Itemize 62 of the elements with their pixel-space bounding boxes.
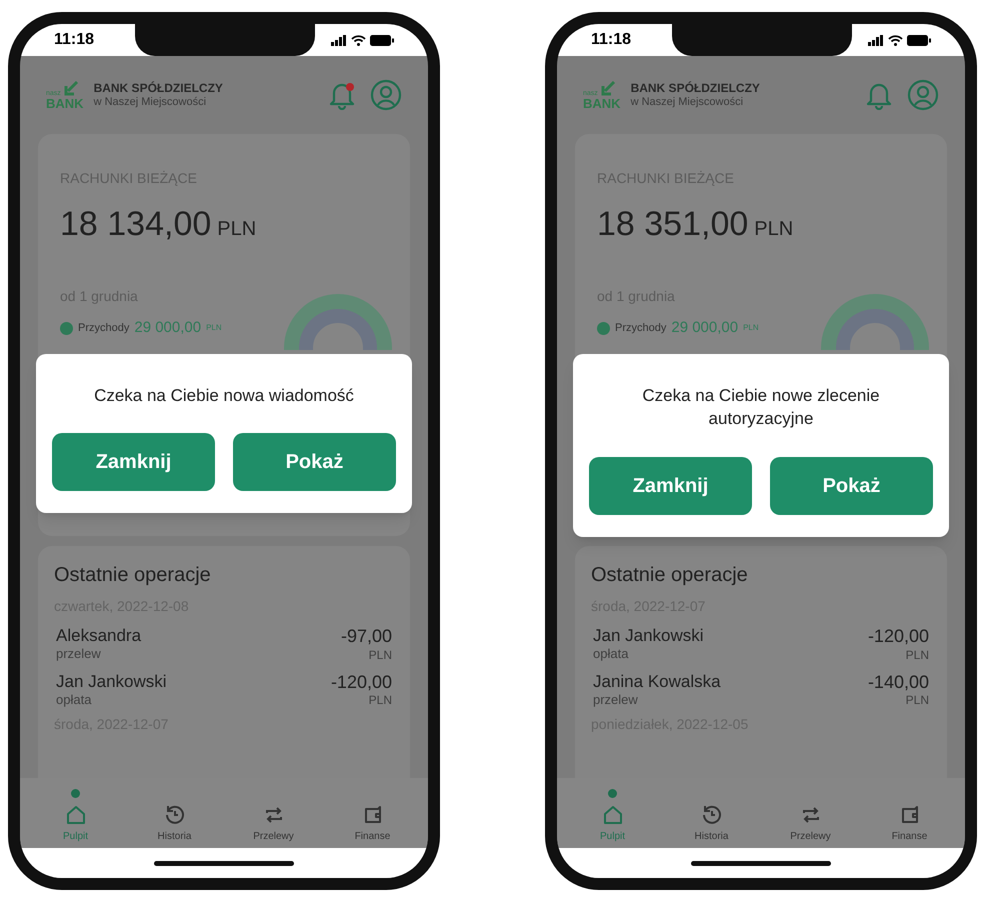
nav-tab[interactable]: Przelewy xyxy=(238,803,308,844)
bank-name: BANK SPÓŁDZIELCZY xyxy=(94,80,224,96)
bank-subtitle: w Naszej Miejscowości xyxy=(94,96,208,110)
balance-currency: PLN xyxy=(754,217,794,242)
logo-arrow-icon xyxy=(600,80,616,96)
operation-amount: -140,00 xyxy=(868,670,929,693)
operations-title: Ostatnie operacje xyxy=(54,563,212,588)
operations-title: Ostatnie operacje xyxy=(591,563,749,588)
battery-icon xyxy=(907,34,931,46)
close-button[interactable]: Zamknij xyxy=(589,456,752,515)
operation-currency: PLN xyxy=(368,648,392,662)
balance-amount: 18 351,00 xyxy=(597,207,748,241)
operation-amount: -97,00 xyxy=(340,625,392,648)
operation-name: Janina Kowalska xyxy=(593,670,721,692)
dialog-message: Czeka na Ciebie nowa wiadomość xyxy=(93,385,355,407)
balance-currency: PLN xyxy=(217,217,256,242)
operation-name: Aleksandra xyxy=(56,625,142,646)
status-time: 11:18 xyxy=(591,30,632,50)
operation-row[interactable]: Janina Kowalska przelew -140,00 PLN xyxy=(591,670,931,708)
balance-amount: 18 134,00 xyxy=(60,207,212,241)
nav-tab[interactable]: Finanse xyxy=(338,803,408,844)
operation-currency: PLN xyxy=(368,693,392,708)
nav-tab[interactable]: Historia xyxy=(140,803,210,844)
operation-currency: PLN xyxy=(906,693,929,708)
battery-icon xyxy=(370,34,394,46)
nav-tab[interactable]: Przelewy xyxy=(776,803,846,844)
show-button[interactable]: Pokaż xyxy=(770,456,933,515)
operation-row[interactable]: Jan Jankowski opłata -120,00 PLN xyxy=(54,670,394,708)
bank-subtitle: w Naszej Miejscowości xyxy=(630,96,744,110)
operation-type: opłata xyxy=(56,692,92,708)
income-label: Przychody xyxy=(615,321,666,336)
operation-row[interactable]: Jan Jankowski opłata -120,00 PLN xyxy=(591,625,931,662)
nav-tab[interactable]: Historia xyxy=(676,803,746,844)
income-currency: PLN xyxy=(206,322,222,334)
income-amount: 29 000,00 xyxy=(671,318,738,338)
logo-text: BANK xyxy=(583,96,621,110)
status-time: 11:18 xyxy=(54,30,94,50)
logo-arrow-icon xyxy=(62,80,79,96)
operation-currency: PLN xyxy=(906,648,929,662)
operation-type: przelew xyxy=(593,692,639,708)
operation-name: Jan Jankowski xyxy=(56,670,167,692)
nav-tab[interactable]: Finanse xyxy=(874,803,944,844)
operation-amount: -120,00 xyxy=(868,625,929,648)
operation-amount: -120,00 xyxy=(330,670,392,693)
wifi-icon xyxy=(888,34,903,46)
wifi-icon xyxy=(351,34,366,46)
income-currency: PLN xyxy=(743,322,759,334)
logo-text: BANK xyxy=(46,96,84,110)
profile-icon[interactable] xyxy=(907,79,939,111)
signal-icon xyxy=(331,34,347,46)
operation-type: przelew xyxy=(56,646,102,662)
operation-row[interactable]: Aleksandra przelew -97,00 PLN xyxy=(54,625,394,662)
bank-name: BANK SPÓŁDZIELCZY xyxy=(630,80,761,96)
profile-icon[interactable] xyxy=(370,79,402,111)
close-button[interactable]: Zamknij xyxy=(52,433,215,492)
operation-type: opłata xyxy=(593,646,630,662)
operation-name: Jan Jankowski xyxy=(593,625,704,646)
dialog-message: Czeka na Ciebie nowe zlecenie autoryzacyjne xyxy=(641,385,881,430)
show-button[interactable]: Pokaż xyxy=(233,433,396,492)
signal-icon xyxy=(868,34,884,46)
income-amount: 29 000,00 xyxy=(134,318,202,338)
income-label: Przychody xyxy=(78,321,130,336)
